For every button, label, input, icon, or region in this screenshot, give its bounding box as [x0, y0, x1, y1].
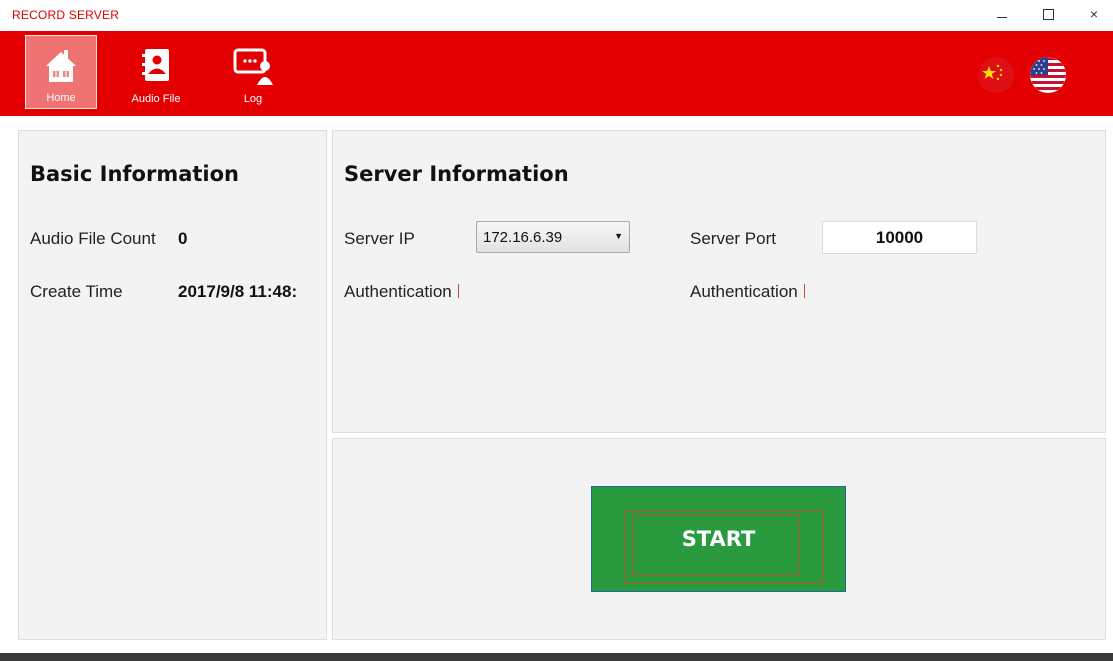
authentication-label-text: Authentication — [344, 282, 452, 301]
server-port-label: Server Port — [690, 229, 776, 248]
minimize-button[interactable] — [990, 4, 1014, 24]
nav-home-label: Home — [46, 92, 76, 104]
nav-audio-file-button[interactable]: Audio File — [120, 35, 192, 109]
text-cursor-icon — [457, 284, 459, 298]
language-english-button[interactable] — [1030, 57, 1066, 93]
authentication-label-secondary-text: Authentication — [690, 282, 798, 301]
bottom-strip — [0, 653, 1113, 661]
main-toolbar: Home Audio File Log — [0, 31, 1113, 116]
chevron-down-icon: ▼ — [614, 231, 623, 241]
app-title: RECORD SERVER — [12, 8, 120, 22]
create-time-label: Create Time — [30, 282, 123, 301]
audio-file-count-label: Audio File Count — [30, 229, 156, 248]
nav-audio-file-label: Audio File — [131, 93, 181, 105]
server-port-input[interactable] — [822, 221, 977, 254]
basic-information-panel — [18, 130, 327, 640]
usa-flag-icon — [1030, 57, 1066, 93]
address-book-icon — [142, 49, 169, 81]
server-ip-select[interactable]: 172.16.6.39 ▼ — [476, 221, 630, 253]
basic-information-title: Basic Information — [30, 162, 239, 186]
nav-home-button[interactable]: Home — [25, 35, 97, 109]
server-ip-value: 172.16.6.39 — [483, 229, 563, 246]
maximize-button[interactable] — [1036, 4, 1060, 24]
nav-log-button[interactable]: Log — [217, 35, 289, 109]
create-time-value: 2017/9/8 11:48: — [178, 282, 298, 301]
title-bar: RECORD SERVER × — [0, 0, 1113, 30]
close-icon: × — [1089, 6, 1099, 22]
nav-log-label: Log — [243, 93, 263, 105]
china-flag-icon — [978, 57, 1014, 93]
authentication-label-secondary: Authentication — [690, 282, 805, 302]
maximize-icon — [1043, 9, 1054, 20]
server-ip-label: Server IP — [344, 229, 415, 248]
presentation-user-icon — [233, 48, 273, 85]
text-cursor-icon — [803, 284, 805, 298]
language-chinese-button[interactable] — [978, 57, 1014, 93]
start-button-label: START — [681, 527, 756, 551]
server-information-title: Server Information — [344, 162, 569, 186]
audio-file-count-value: 0 — [178, 229, 188, 248]
close-button[interactable]: × — [1082, 4, 1106, 24]
home-icon — [46, 50, 76, 82]
minimize-icon — [997, 17, 1007, 18]
authentication-label: Authentication — [344, 282, 459, 302]
start-button[interactable]: START — [591, 486, 846, 592]
